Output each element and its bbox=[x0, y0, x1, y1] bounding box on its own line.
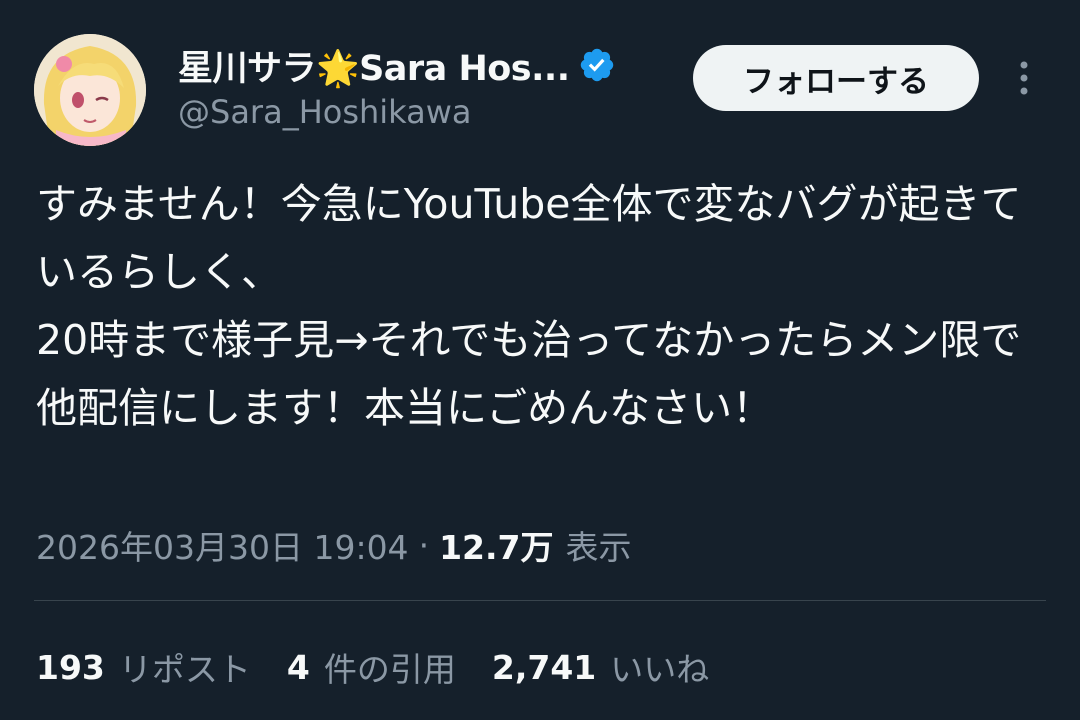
engagement-stats: 193 リポスト 4 件の引用 2,741 いいね bbox=[36, 640, 745, 694]
meta-separator: · bbox=[418, 525, 430, 565]
tweet-meta: 2026年03月30日 19:04 · 12.7万 表示 bbox=[36, 518, 631, 572]
author-name-row[interactable]: 星川サラ🌟Sara Hos... bbox=[178, 40, 616, 90]
author-handle[interactable]: @Sara_Hoshikawa bbox=[178, 93, 472, 131]
more-vertical-icon[interactable] bbox=[1006, 56, 1042, 100]
views-count: 12.7万 bbox=[439, 528, 554, 567]
avatar-image bbox=[34, 34, 146, 146]
stat-quotes[interactable]: 4 件の引用 bbox=[287, 643, 456, 691]
likes-label: いいね bbox=[610, 650, 710, 689]
stat-reposts[interactable]: 193 リポスト bbox=[36, 643, 251, 691]
stat-likes[interactable]: 2,741 いいね bbox=[492, 643, 709, 691]
verified-badge-icon bbox=[578, 46, 616, 84]
likes-count: 2,741 bbox=[491, 647, 597, 687]
reposts-count: 193 bbox=[36, 647, 105, 687]
quotes-count: 4 bbox=[286, 647, 310, 687]
reposts-label: リポスト bbox=[118, 650, 251, 689]
views-label: 表示 bbox=[565, 528, 632, 567]
quotes-label: 件の引用 bbox=[323, 650, 456, 689]
follow-button[interactable]: フォローする bbox=[693, 45, 979, 111]
avatar[interactable] bbox=[34, 34, 146, 146]
divider bbox=[34, 600, 1046, 601]
tweet-text: すみません！今急にYouTube全体で変なバグが起きているらしく、 20時まで様… bbox=[36, 180, 1022, 432]
tweet-timestamp[interactable]: 2026年03月30日 19:04 bbox=[36, 521, 409, 569]
author-display-name[interactable]: 星川サラ🌟Sara Hos... bbox=[178, 40, 570, 91]
